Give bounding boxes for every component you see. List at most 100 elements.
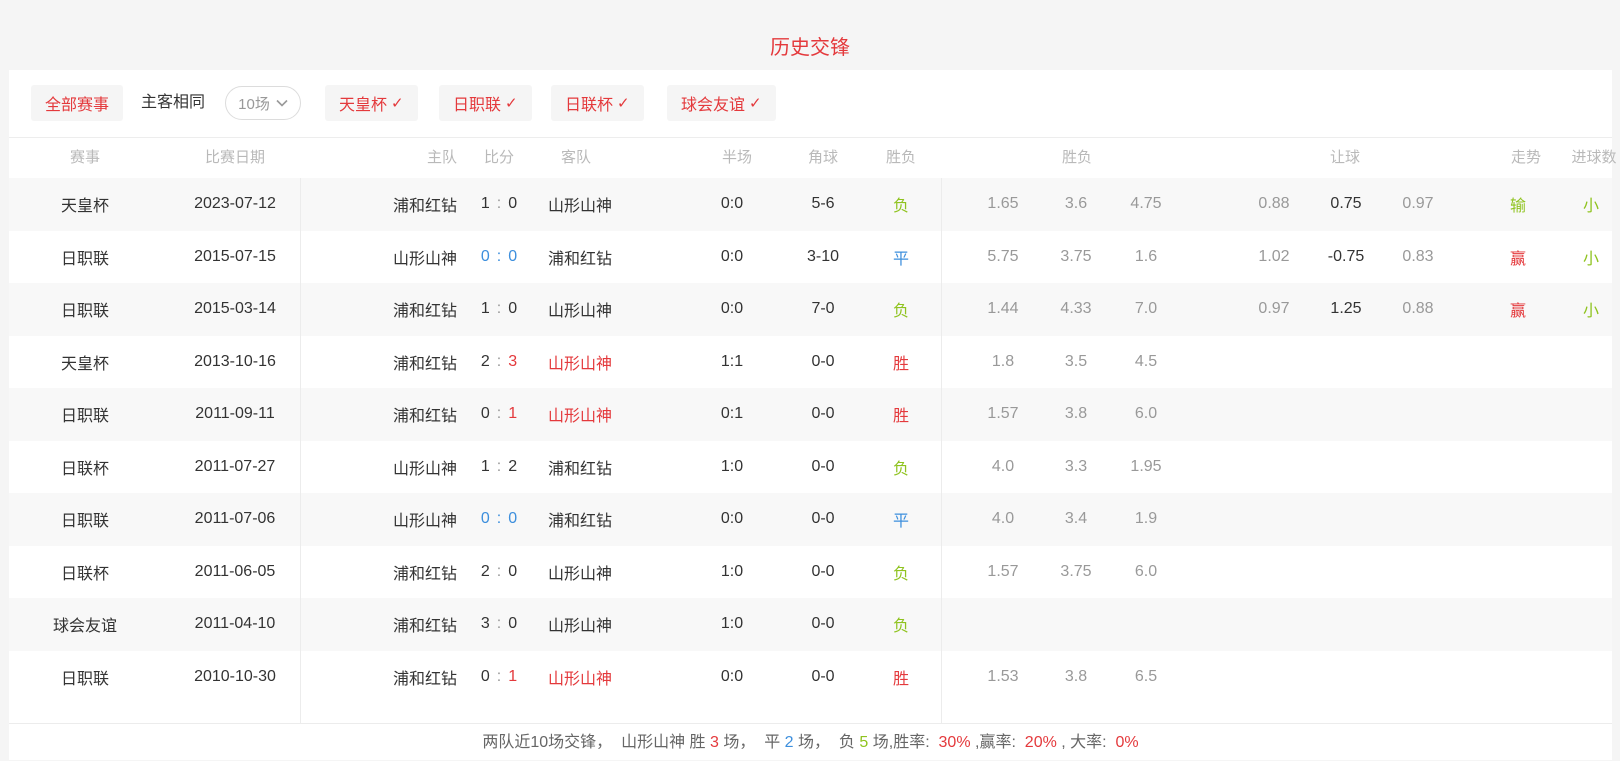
header-handicap: 让球 bbox=[1329, 149, 1361, 166]
cell-handicap-odds: 1.25 bbox=[1330, 300, 1362, 318]
cell-away-team: 山形山神 bbox=[547, 670, 613, 688]
table-row: 球会友谊 2011-04-10 浦和红钻 3:0 山形山神 1:0 0-0 负 bbox=[9, 598, 1612, 651]
filter-tag-j1-league[interactable]: 日职联 ✓ bbox=[439, 85, 532, 121]
cell-corners: 0-0 bbox=[811, 457, 835, 475]
cell-corners: 7-0 bbox=[811, 300, 835, 318]
cell-score: 1:2 bbox=[480, 457, 518, 475]
cell-score: 0:1 bbox=[480, 405, 518, 423]
cell-home-team: 浦和红钻 bbox=[392, 355, 458, 373]
cell-result: 胜 bbox=[892, 408, 910, 426]
filter-tag-tenno-cup[interactable]: 天皇杯 ✓ bbox=[325, 85, 418, 121]
cell-away-team: 山形山神 bbox=[547, 303, 613, 321]
summary-segment: ,赢率: bbox=[970, 734, 1025, 751]
cell-away-team: 浦和红钻 bbox=[547, 250, 613, 268]
cell-score: 0:1 bbox=[480, 667, 518, 685]
header-score: 比分 bbox=[483, 149, 515, 166]
content-panel: 全部赛事 主客相同 10场 天皇杯 ✓ 日职联 ✓ 日联杯 ✓ 球会友谊 ✓ 赛… bbox=[9, 70, 1617, 761]
cell-goals-total: 小 bbox=[1582, 303, 1600, 321]
cell-1x2-odds: 1.9 bbox=[1134, 510, 1158, 528]
cell-home-team: 山形山神 bbox=[392, 460, 458, 478]
filter-tag-j-league-cup[interactable]: 日联杯 ✓ bbox=[551, 85, 644, 121]
cell-home-team: 山形山神 bbox=[392, 513, 458, 531]
cell-league: 日职联 bbox=[60, 513, 110, 531]
cell-1x2-odds: 3.6 bbox=[1064, 195, 1088, 213]
summary-segment: 5 bbox=[859, 734, 869, 751]
summary-segment: 2 bbox=[784, 734, 794, 751]
cell-1x2-odds: 6.5 bbox=[1134, 667, 1158, 685]
cell-result: 负 bbox=[892, 460, 910, 478]
cell-corners: 0-0 bbox=[811, 352, 835, 370]
match-count-dropdown[interactable]: 10场 bbox=[225, 86, 301, 120]
cell-league: 天皇杯 bbox=[60, 198, 110, 216]
cell-home-team: 浦和红钻 bbox=[392, 670, 458, 688]
cell-1x2-odds: 3.75 bbox=[1060, 247, 1092, 265]
summary-segment: 3 bbox=[709, 734, 719, 751]
cell-date: 2015-03-14 bbox=[194, 300, 276, 318]
cell-result: 胜 bbox=[892, 355, 910, 373]
cell-away-team: 山形山神 bbox=[547, 565, 613, 583]
cell-half-time: 0:0 bbox=[720, 247, 744, 265]
table-row: 日联杯 2011-07-27 山形山神 1:2 浦和红钻 1:0 0-0 负 4.0 3.3 1.9… bbox=[9, 441, 1612, 494]
cell-date: 2013-10-16 bbox=[194, 352, 276, 370]
cell-score: 0:0 bbox=[480, 247, 518, 265]
cell-corners: 0-0 bbox=[811, 615, 835, 633]
cell-result: 负 bbox=[892, 198, 910, 216]
summary-line: 两队近10场交锋， 山形山神 胜 3 场， 平 2 场， 负 5 场,胜率: 3… bbox=[9, 723, 1612, 761]
cell-handicap-odds: 0.88 bbox=[1258, 195, 1290, 213]
cell-home-team: 浦和红钻 bbox=[392, 618, 458, 636]
table-body: 天皇杯 2023-07-12 浦和红钻 1:0 山形山神 0:0 5-6 负 1.65 3.6 4.… bbox=[9, 178, 1612, 703]
summary-segment: 负 bbox=[838, 734, 860, 751]
cell-league: 天皇杯 bbox=[60, 355, 110, 373]
cell-1x2-odds: 7.0 bbox=[1134, 300, 1158, 318]
filter-tag-label: 球会友谊 bbox=[681, 97, 746, 114]
check-icon: ✓ bbox=[391, 95, 404, 112]
summary-segment: 山形山神 胜 bbox=[621, 734, 710, 751]
cell-half-time: 1:1 bbox=[720, 352, 744, 370]
table-row: 日职联 2010-10-30 浦和红钻 0:1 山形山神 0:0 0-0 胜 1.53 3.8 6.… bbox=[9, 651, 1612, 704]
cell-1x2-odds: 1.53 bbox=[987, 667, 1019, 685]
cell-away-team: 山形山神 bbox=[547, 198, 613, 216]
cell-half-time: 1:0 bbox=[720, 615, 744, 633]
cell-trend: 赢 bbox=[1509, 303, 1527, 321]
table-header: 赛事 比赛日期 主队 比分 客队 半场 角球 胜负 胜负 让球 走势 进球数 bbox=[9, 137, 1617, 179]
cell-1x2-odds: 3.75 bbox=[1060, 562, 1092, 580]
cell-corners: 0-0 bbox=[811, 510, 835, 528]
cell-1x2-odds: 4.5 bbox=[1134, 352, 1158, 370]
summary-segment: 0% bbox=[1115, 734, 1139, 751]
cell-half-time: 1:0 bbox=[720, 562, 744, 580]
summary-segment: 场， bbox=[718, 734, 765, 751]
cell-half-time: 1:0 bbox=[720, 457, 744, 475]
cell-1x2-odds: 6.0 bbox=[1134, 405, 1158, 423]
cell-league: 日联杯 bbox=[60, 565, 110, 583]
cell-goals-total: 小 bbox=[1582, 250, 1600, 268]
summary-segment: 20% bbox=[1024, 734, 1057, 751]
cell-away-team: 山形山神 bbox=[547, 618, 613, 636]
cell-1x2-odds: 3.8 bbox=[1064, 405, 1088, 423]
column-divider bbox=[941, 178, 942, 723]
cell-1x2-odds: 3.3 bbox=[1064, 457, 1088, 475]
header-date: 比赛日期 bbox=[204, 149, 266, 166]
table-row: 日职联 2015-07-15 山形山神 0:0 浦和红钻 0:0 3-10 平 5.75 3.75… bbox=[9, 231, 1612, 284]
match-count-value: 10场 bbox=[238, 95, 270, 113]
cell-result: 负 bbox=[892, 303, 910, 321]
cell-date: 2015-07-15 bbox=[194, 247, 276, 265]
cell-league: 日职联 bbox=[60, 303, 110, 321]
filter-same-home-away-tab[interactable]: 主客相同 bbox=[141, 85, 205, 121]
filter-all-matches-button[interactable]: 全部赛事 bbox=[31, 85, 124, 121]
cell-league: 日职联 bbox=[60, 250, 110, 268]
cell-league: 日职联 bbox=[60, 670, 110, 688]
filter-tag-label: 日职联 bbox=[453, 97, 502, 114]
cell-league: 日联杯 bbox=[60, 460, 110, 478]
cell-1x2-odds: 3.5 bbox=[1064, 352, 1088, 370]
cell-1x2-odds: 3.4 bbox=[1064, 510, 1088, 528]
check-icon: ✓ bbox=[617, 95, 630, 112]
table-row: 天皇杯 2023-07-12 浦和红钻 1:0 山形山神 0:0 5-6 负 1.65 3.6 4.… bbox=[9, 178, 1612, 231]
cell-corners: 3-10 bbox=[806, 247, 840, 265]
cell-corners: 5-6 bbox=[811, 195, 835, 213]
filter-tag-club-friendly[interactable]: 球会友谊 ✓ bbox=[667, 85, 776, 121]
header-home-team: 主队 bbox=[426, 149, 458, 166]
header-trend: 走势 bbox=[1510, 149, 1542, 166]
summary-segment: 两队近10场交锋， bbox=[482, 734, 622, 751]
cell-score: 2:3 bbox=[480, 352, 518, 370]
header-half-time: 半场 bbox=[721, 149, 753, 166]
